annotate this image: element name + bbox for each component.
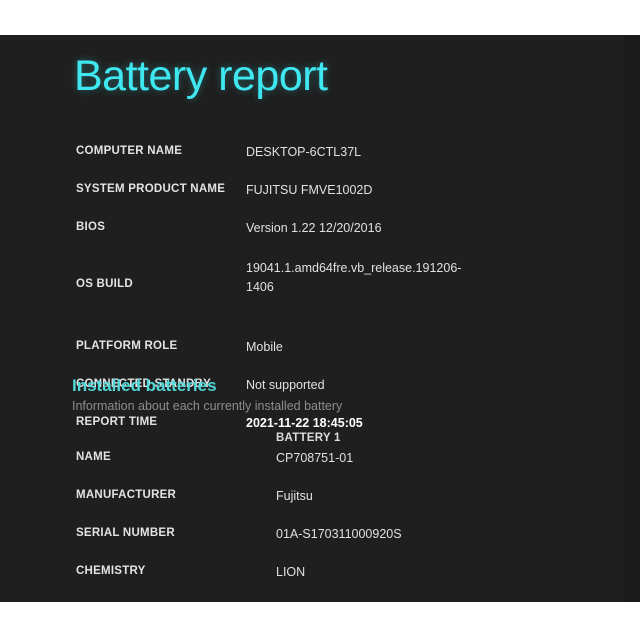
row-label: NAME [76,451,111,463]
table-row: SYSTEM PRODUCT NAME FUJITSU FMVE1002D [0,183,640,202]
row-value: FUJITSU FMVE1002D [246,183,373,197]
row-value: Not supported [246,378,325,392]
battery-report-page: Battery report COMPUTER NAME DESKTOP-6CT… [0,0,640,640]
table-row: PLATFORM ROLE Mobile [0,340,640,359]
section-subtitle-installed-batteries: Information about each currently install… [72,399,343,413]
row-label: SYSTEM PRODUCT NAME [76,183,226,195]
row-value: Fujitsu [276,489,313,503]
system-info-section: COMPUTER NAME DESKTOP-6CTL37L SYSTEM PRO… [0,145,640,430]
table-row: COMPUTER NAME DESKTOP-6CTL37L [0,145,640,164]
row-label: CHEMISTRY [76,565,146,577]
row-value: CP708751-01 [276,451,354,465]
page-title: Battery report [74,52,328,100]
row-value: 19041.1.amd64fre.vb_release.191206-1406 [246,261,462,294]
row-label: REPORT TIME [76,416,158,428]
installed-batteries-section: NAME CP708751-01 MANUFACTURER Fujitsu SE… [0,451,640,584]
report-content: Battery report COMPUTER NAME DESKTOP-6CT… [0,35,640,602]
row-value: DESKTOP-6CTL37L [246,145,362,159]
row-label: OS BUILD [76,278,133,290]
row-value: 2021-11-22 18:45:05 [246,416,363,430]
table-row: NAME CP708751-01 [0,451,640,470]
row-label: SERIAL NUMBER [76,527,175,539]
section-heading-installed-batteries: Installed batteries [72,376,217,395]
table-row: MANUFACTURER Fujitsu [0,489,640,508]
row-label: PLATFORM ROLE [76,340,178,352]
row-value: Mobile [246,340,283,354]
table-row: CHEMISTRY LION [0,565,640,584]
row-label: MANUFACTURER [76,489,177,501]
row-value: Version 1.22 12/20/2016 [246,221,382,235]
row-label: BIOS [76,221,106,233]
row-label: COMPUTER NAME [76,145,183,157]
table-row: OS BUILD 19041.1.amd64fre.vb_release.191… [0,259,640,297]
report-canvas: Battery report COMPUTER NAME DESKTOP-6CT… [0,35,640,602]
row-value: 01A-S170311000920S [276,527,402,541]
row-value: LION [276,565,306,579]
column-header-battery-1: BATTERY 1 [276,432,341,444]
table-row: BIOS Version 1.22 12/20/2016 [0,221,640,240]
table-row: SERIAL NUMBER 01A-S170311000920S [0,527,640,546]
